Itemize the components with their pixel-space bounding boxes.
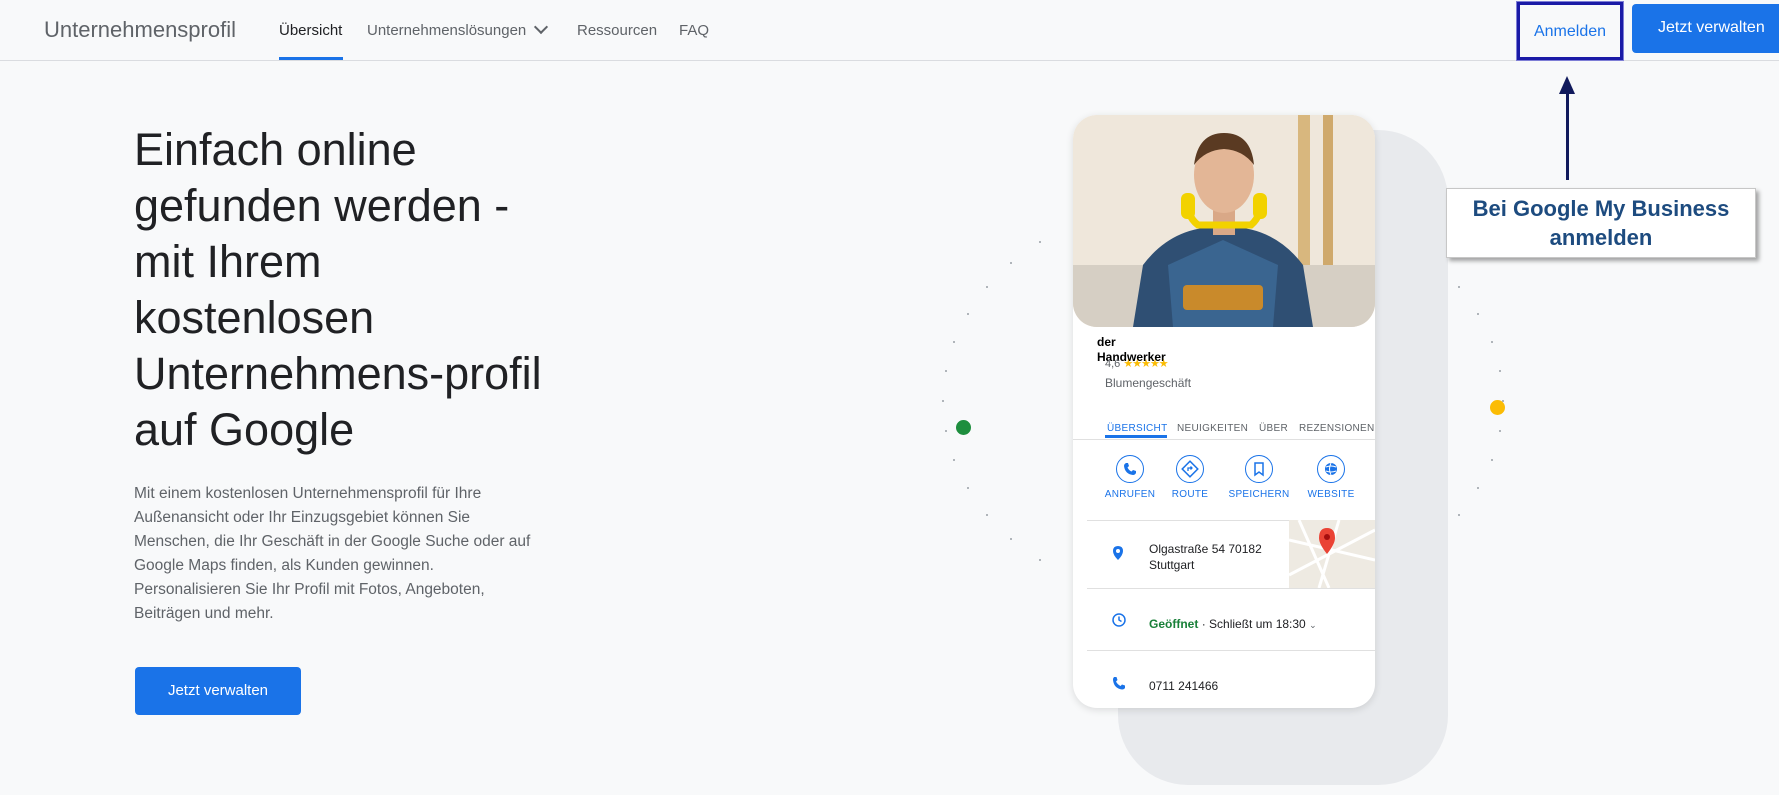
tab-rezensionen[interactable]: REZENSIONEN xyxy=(1299,423,1375,434)
action-website[interactable]: WEBSITE xyxy=(1291,455,1371,500)
orbit-dot xyxy=(953,459,956,462)
login-button[interactable]: Anmelden xyxy=(1520,23,1620,41)
active-tab-indicator xyxy=(279,57,343,60)
login-highlight-box[interactable]: Anmelden xyxy=(1517,2,1623,60)
orbit-dot xyxy=(1457,286,1460,289)
action-route[interactable]: ROUTE xyxy=(1150,455,1230,500)
open-status: Geöffnet xyxy=(1149,617,1199,631)
action-save-label: SPEICHERN xyxy=(1228,489,1290,500)
orbit-dot xyxy=(944,370,947,373)
orbit-dot xyxy=(942,400,944,402)
orbit-dot xyxy=(1490,459,1493,462)
nav-item-faq[interactable]: FAQ xyxy=(679,22,709,39)
closing-time: · Schließt um 18:30 xyxy=(1201,617,1306,631)
hero-headline: Einfach online gefunden werden - mit Ihr… xyxy=(134,124,542,455)
business-address[interactable]: Olgastraße 54 70182 Stuttgart xyxy=(1149,541,1262,573)
nav-item-uebersicht[interactable]: Übersicht xyxy=(279,22,342,39)
hero-subtext: Mit einem kostenlosen Unternehmensprofil… xyxy=(134,485,531,622)
action-route-label: ROUTE xyxy=(1171,489,1209,500)
phone-icon xyxy=(1116,455,1144,483)
orbit-dot xyxy=(1499,370,1502,373)
orbit-dot xyxy=(953,340,956,343)
globe-icon xyxy=(1317,455,1345,483)
chevron-down-icon: ⌄ xyxy=(1309,620,1317,630)
orbit-dot xyxy=(1457,513,1460,516)
orbit-dot xyxy=(1038,558,1041,561)
active-profile-tab-indicator xyxy=(1105,435,1167,438)
tab-ueber[interactable]: ÜBER xyxy=(1259,423,1288,434)
map-thumbnail[interactable] xyxy=(1289,520,1375,588)
cta-label: Jetzt verwalten xyxy=(167,682,269,699)
business-photo xyxy=(1073,115,1375,327)
orbit-dot xyxy=(986,286,989,289)
business-profile-card: der Handwerker 4,6 ★★★★★ Blumengeschäft … xyxy=(1073,115,1375,708)
divider xyxy=(1087,588,1375,589)
location-pin-icon xyxy=(1111,545,1125,566)
action-website-label: WEBSITE xyxy=(1307,489,1355,500)
address-line-1: Olgastraße 54 70182 xyxy=(1149,542,1262,556)
callout-line-2: anmelden xyxy=(1549,225,1653,250)
nav-item-ressourcen[interactable]: Ressourcen xyxy=(577,22,657,39)
orbit-dot xyxy=(967,312,970,315)
annotation-callout: Bei Google My Business anmelden xyxy=(1446,188,1756,258)
opening-hours[interactable]: Geöffnet · Schließt um 18:30 ⌄ xyxy=(1149,617,1317,631)
annotation-arrow xyxy=(1566,90,1569,180)
star-rating-icon: ★★★★★ xyxy=(1123,358,1168,370)
manage-button-header[interactable]: Jetzt verwalten xyxy=(1632,4,1779,53)
tab-uebersicht[interactable]: ÜBERSICHT xyxy=(1107,423,1167,434)
phone-icon xyxy=(1111,675,1127,696)
chevron-down-icon xyxy=(534,19,549,35)
orbit-dot xyxy=(1476,312,1479,315)
business-category: Blumengeschäft xyxy=(1105,376,1192,390)
nav-item-label: Unternehmenslösungen xyxy=(367,22,527,39)
action-save[interactable]: SPEICHERN xyxy=(1219,455,1299,500)
orbit-dot xyxy=(986,513,989,516)
nav-item-unternehmensloesungen[interactable]: Unternehmenslösungen xyxy=(367,19,549,39)
clock-icon xyxy=(1111,612,1127,633)
manage-button-cta[interactable]: Jetzt verwalten xyxy=(135,667,301,715)
callout-line-1: Bei Google My Business xyxy=(1472,196,1730,221)
divider xyxy=(1087,650,1375,651)
directions-icon xyxy=(1176,455,1204,483)
orbit-dot xyxy=(944,429,947,432)
brand-title[interactable]: Unternehmensprofil xyxy=(44,17,236,43)
bookmark-icon xyxy=(1245,455,1273,483)
orbit-dot xyxy=(1038,241,1041,244)
craftsman-illustration xyxy=(1073,115,1375,327)
orbit-dot xyxy=(1010,262,1013,265)
orbit-dot xyxy=(1010,537,1013,540)
manage-button-label: Jetzt verwalten xyxy=(1658,19,1765,36)
address-line-2: Stuttgart xyxy=(1149,558,1195,572)
orbit-dot xyxy=(967,487,970,490)
rating-value: 4,6 xyxy=(1105,358,1121,370)
orbit-dot xyxy=(1499,429,1502,432)
business-phone[interactable]: 0711 241466 xyxy=(1149,679,1218,693)
yellow-dot xyxy=(1490,400,1505,415)
top-header: Unternehmensprofil Übersicht Unternehmen… xyxy=(0,0,1779,61)
green-dot xyxy=(956,420,971,435)
orbit-dot xyxy=(1490,340,1493,343)
tab-neuigkeiten[interactable]: NEUIGKEITEN xyxy=(1177,423,1248,434)
rating: 4,6 ★★★★★ xyxy=(1105,357,1169,370)
orbit-dot xyxy=(1476,487,1479,490)
